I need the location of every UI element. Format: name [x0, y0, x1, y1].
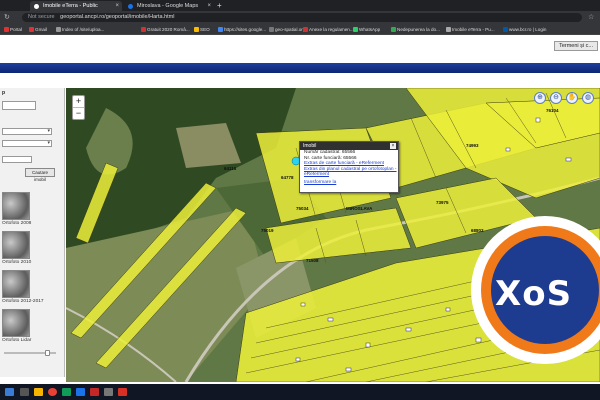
parcel-id-label: 75019: [261, 228, 274, 233]
cadastral-number-input[interactable]: [2, 156, 32, 163]
close-icon[interactable]: ×: [390, 143, 396, 149]
terms-button[interactable]: Termeni și c...: [554, 41, 598, 51]
parcel-id-label: 71508: [306, 258, 319, 263]
place-name-label: MIROSLAVA: [346, 206, 373, 211]
star-icon[interactable]: ☆: [588, 13, 594, 21]
bookmark-item[interactable]: Gmail: [28, 25, 47, 34]
reload-icon[interactable]: ↻: [4, 13, 10, 21]
app-nav-bar: [0, 63, 600, 73]
logo-text: XoS: [495, 274, 573, 314]
county-select[interactable]: ▾: [2, 128, 52, 135]
transform-link[interactable]: transformare la: [300, 180, 398, 186]
address-field[interactable]: Not secure geoportal.ancpi.ro/geoportal/…: [22, 13, 582, 22]
parcel-id-label: 76104: [546, 108, 559, 113]
search-input-1[interactable]: [2, 101, 36, 110]
tab-title: Imobile eTerra - Public: [43, 3, 98, 9]
opacity-slider[interactable]: [4, 350, 56, 356]
land-book-extract-link[interactable]: Extras de carte funciară - eReferment: [300, 161, 398, 167]
basemap-thumbnail-2008[interactable]: [2, 192, 30, 220]
bookmark-favicon-icon: [503, 27, 508, 32]
tab-google-maps[interactable]: Miroslava - Google Maps ×: [124, 1, 214, 11]
basemap-thumbnail-2012-2017[interactable]: [2, 270, 30, 298]
bookmark-favicon-icon: [353, 27, 358, 32]
app-icon[interactable]: [90, 388, 99, 396]
bookmark-favicon-icon: [269, 27, 274, 32]
security-indicator: Not secure: [28, 14, 55, 20]
search-property-button[interactable]: Cautare imobil: [25, 168, 55, 182]
os-taskbar: [0, 384, 600, 400]
bookmark-favicon-icon: [141, 27, 146, 32]
thumbnail-label: Ortofoto 2012-2017: [2, 299, 44, 304]
zoom-out-icon[interactable]: ⊖: [550, 92, 562, 104]
chevron-down-icon: ▾: [47, 140, 50, 146]
bookmark-item[interactable]: Imobile eTerra - Pu...: [445, 25, 495, 34]
app-icon[interactable]: [62, 388, 71, 396]
task-view-icon[interactable]: [20, 388, 29, 396]
start-icon[interactable]: [5, 388, 14, 396]
bookmark-item[interactable]: Portal: [3, 25, 22, 34]
chevron-down-icon: ▾: [47, 128, 50, 134]
tab-favicon-icon: [34, 4, 39, 9]
bookmark-item[interactable]: SEO: [193, 25, 210, 34]
thumbnail-label: Ortofoto 2010: [2, 260, 32, 265]
file-explorer-icon[interactable]: [34, 388, 43, 396]
bookmark-item[interactable]: Anexe la regulamen...: [302, 25, 354, 34]
bookmark-favicon-icon: [29, 27, 34, 32]
bookmark-item[interactable]: geo-spatial.org: [268, 25, 305, 34]
bookmark-item[interactable]: https://sites.google...: [217, 25, 266, 34]
opacity-slider-handle[interactable]: [45, 350, 50, 356]
thumbnail-label: Ortofoto Lidar: [2, 338, 32, 343]
basemap-thumbnail-2010[interactable]: [2, 231, 30, 259]
parcel-id-label: 75034: [296, 206, 309, 211]
cadastral-plan-extract-link[interactable]: Extras din planul cadastral pe ortofotop…: [300, 167, 398, 178]
bookmark-favicon-icon: [4, 27, 9, 32]
chrome-icon[interactable]: [48, 388, 57, 396]
bookmark-item[interactable]: Gratuit 2020 Româ...: [140, 25, 190, 34]
bookmark-favicon-icon: [303, 27, 308, 32]
zoom-out-button[interactable]: −: [73, 107, 84, 118]
thumbnail-label: Ortofoto 2008: [2, 221, 32, 226]
bookmark-favicon-icon: [391, 27, 396, 32]
tab-title: Miroslava - Google Maps: [137, 3, 199, 9]
app-icon[interactable]: [104, 388, 113, 396]
bookmark-favicon-icon: [446, 27, 451, 32]
bookmark-item[interactable]: www.bcr.ro | Login: [502, 25, 546, 34]
parcel-id-label: 64116: [224, 166, 237, 171]
bookmarks-bar: Portal Gmail Index of /site/uploa... Gra…: [0, 24, 600, 35]
browser-tab-bar: Imobile eTerra - Public × Miroslava - Go…: [0, 0, 600, 11]
basemap-thumbnail-lidar[interactable]: [2, 309, 30, 337]
popup-title: Imobil: [303, 143, 317, 149]
bookmark-favicon-icon: [218, 27, 223, 32]
parcel-id-label: 73975: [436, 200, 449, 205]
parcel-id-label: 68803: [471, 228, 484, 233]
parcel-info-popup: Imobil × Număr cadastral: 65566 Nr. cart…: [299, 141, 399, 193]
bookmark-item[interactable]: Index of /site/uploa...: [55, 25, 104, 34]
zoom-in-button[interactable]: +: [73, 96, 84, 107]
bookmark-favicon-icon: [56, 27, 61, 32]
zoom-in-icon[interactable]: ⊕: [534, 92, 546, 104]
locality-select[interactable]: ▾: [2, 140, 52, 147]
new-tab-icon[interactable]: +: [217, 0, 222, 11]
app-header: Termeni și c...: [0, 35, 600, 63]
maps-favicon-icon: [128, 4, 133, 9]
bookmark-favicon-icon: [194, 27, 199, 32]
search-sidebar: p ▾ ▾ Cautare imobil Ortofoto 2008 Ortof…: [0, 88, 65, 377]
tab-imobile-eterra[interactable]: Imobile eTerra - Public ×: [30, 1, 122, 11]
map-zoom-control: + −: [72, 95, 85, 120]
globe-icon[interactable]: ◍: [582, 92, 594, 104]
acrobat-icon[interactable]: [118, 388, 127, 396]
pan-hand-icon[interactable]: ✋: [566, 92, 578, 104]
address-bar-row: ↻ Not secure geoportal.ancpi.ro/geoporta…: [0, 11, 600, 24]
bookmark-item[interactable]: WhatsApp: [352, 25, 380, 34]
tab-close-icon[interactable]: ×: [207, 1, 211, 11]
parcel-id-label: 74993: [466, 143, 479, 148]
app-icon[interactable]: [76, 388, 85, 396]
tab-close-icon[interactable]: ×: [115, 1, 119, 11]
popup-header: Imobil ×: [300, 142, 398, 150]
sidebar-heading-glyph: p: [2, 90, 6, 96]
parcel-id-label: 64778: [281, 175, 294, 180]
bookmark-item[interactable]: Nedepunerea la do...: [390, 25, 440, 34]
url-text: geoportal.ancpi.ro/geoportal/imobile/Har…: [60, 14, 175, 20]
